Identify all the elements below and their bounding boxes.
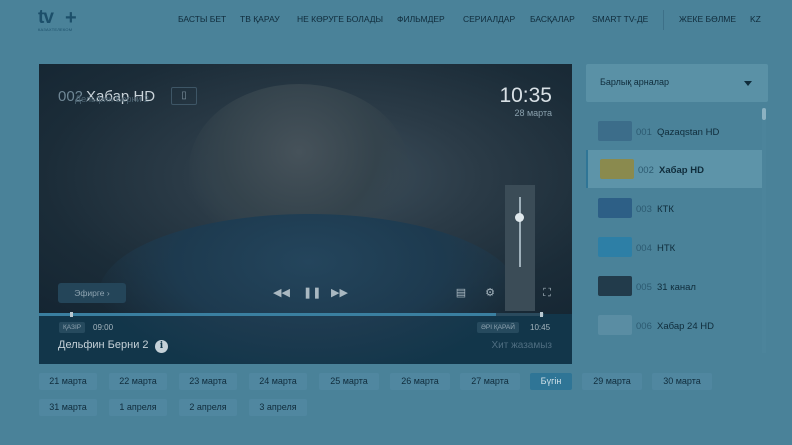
channel-list-scrollbar[interactable] [762, 108, 766, 353]
volume-slider-handle[interactable] [515, 213, 524, 222]
start-time: 09:00 [93, 323, 114, 332]
settings-gear-icon[interactable]: ⚙ [482, 285, 498, 301]
brand-logo[interactable]: tv + КАЗАХТЕЛЕКОМ [38, 7, 80, 33]
channel-name: КТК [657, 204, 674, 215]
date-chip[interactable]: 2 апреля [179, 399, 237, 416]
date-chip[interactable]: 3 апреля [249, 399, 307, 416]
progress-start-marker [70, 312, 73, 317]
progress-end-marker [540, 312, 543, 317]
logo-subtitle: КАЗАХТЕЛЕКОМ [38, 27, 73, 32]
date-chip[interactable]: 23 марта [179, 373, 237, 390]
rewind-icon[interactable]: ◀◀ [273, 285, 290, 301]
date-chip[interactable]: 1 апреля [109, 399, 167, 416]
date-chip[interactable]: 22 марта [109, 373, 167, 390]
channel-list-scroll-thumb[interactable] [762, 108, 766, 120]
channel-item[interactable]: 005 31 канал [586, 267, 762, 305]
channel-logo-icon [598, 198, 632, 218]
channel-item[interactable]: 006 Хабар 24 HD [586, 306, 762, 344]
account-link[interactable]: ЖЕКЕ БӨЛМЕ [679, 14, 736, 24]
end-time: 10:45 [530, 323, 551, 332]
date-chip[interactable]: 31 марта [39, 399, 97, 416]
volume-slider-track[interactable] [519, 197, 521, 267]
channel-number: 005 [636, 282, 652, 293]
date-chip-today[interactable]: Бүгін [530, 373, 572, 390]
player-date: 28 марта [514, 108, 552, 118]
fast-forward-icon[interactable]: ▶▶ [331, 285, 348, 301]
nav-smart-tv[interactable]: SMART TV-ДЕ [592, 14, 648, 24]
channel-number: 004 [636, 243, 652, 254]
channel-number: 001 [636, 127, 652, 138]
channel-filter-dropdown[interactable]: Барлық арналар [586, 64, 768, 102]
programme-genre: Хит жазамыз [491, 340, 552, 351]
go-live-button[interactable]: Эфирге › [58, 283, 126, 303]
channel-number: 003 [636, 204, 652, 215]
language-switch[interactable]: KZ [750, 14, 761, 24]
record-icon[interactable]: ▯ [171, 87, 197, 105]
nav-what-to-watch[interactable]: НЕ КӨРУГЕ БОЛАДЫ [297, 14, 383, 24]
top-header: tv + КАЗАХТЕЛЕКОМ БАСТЫ БЕТ ТВ ҚАРАУ НЕ … [0, 0, 792, 40]
programme-overlay-title: Дельфин Берни 2 [75, 94, 150, 104]
now-tag: ҚАЗІР [59, 322, 86, 333]
channel-logo-icon [598, 237, 632, 257]
date-chip[interactable]: 27 марта [460, 373, 520, 390]
date-chip[interactable]: 26 марта [390, 373, 450, 390]
channel-item[interactable]: 003 КТК [586, 189, 762, 227]
channel-name: Хабар HD [659, 165, 704, 176]
date-chip[interactable]: 30 марта [652, 373, 712, 390]
nav-home[interactable]: БАСТЫ БЕТ [178, 14, 226, 24]
nav-movies[interactable]: ФИЛЬМДЕР [397, 14, 445, 24]
channel-number: 002 [638, 165, 654, 176]
channel-logo-icon [600, 159, 634, 179]
pause-icon[interactable]: ❚❚ [303, 285, 321, 301]
chevron-right-icon: › [106, 288, 110, 298]
caret-down-icon [744, 81, 752, 86]
channel-name: 31 канал [657, 282, 696, 293]
date-chip[interactable]: 29 марта [582, 373, 642, 390]
channel-item-active[interactable]: 002 Хабар HD [586, 150, 762, 188]
channel-name: Хабар 24 HD [657, 321, 714, 332]
channel-list: 001 Qazaqstan HD 002 Хабар HD 003 КТК 00… [586, 110, 762, 355]
go-live-label: Эфирге [74, 288, 105, 298]
programme-title: Дельфин Берни 2 [58, 339, 149, 351]
date-chip[interactable]: 21 марта [39, 373, 97, 390]
nav-divider [663, 10, 664, 30]
nav-series[interactable]: СЕРИАЛДАР [463, 14, 515, 24]
subtitles-icon[interactable]: ▤ [453, 285, 469, 301]
info-icon[interactable]: i [155, 340, 168, 353]
player-clock: 10:35 [499, 84, 552, 107]
progress-fill [39, 313, 497, 316]
channel-logo-icon [598, 276, 632, 296]
channel-item[interactable]: 001 Qazaqstan HD [586, 112, 762, 150]
channel-item[interactable]: 004 НТК [586, 228, 762, 266]
logo-text: tv [38, 7, 54, 28]
channel-number: 006 [636, 321, 652, 332]
nav-other[interactable]: БАСҚАЛАР [530, 14, 575, 24]
channel-logo-icon [598, 121, 632, 141]
date-chip[interactable]: 24 марта [249, 373, 307, 390]
channel-name: НТК [657, 243, 676, 254]
fullscreen-icon[interactable]: ⛶ [539, 285, 555, 301]
channel-logo-icon [598, 315, 632, 335]
channel-name: Qazaqstan HD [657, 127, 720, 138]
date-chip[interactable]: 25 марта [319, 373, 379, 390]
next-tag: ӘРІ ҚАРАЙ [477, 322, 519, 333]
nav-watch-tv[interactable]: ТВ ҚАРАУ [240, 14, 280, 24]
video-player[interactable]: 002 Хабар HD ▯ Дельфин Берни 2 10:35 28 … [39, 64, 572, 364]
channel-filter-label: Барлық арналар [600, 77, 670, 87]
